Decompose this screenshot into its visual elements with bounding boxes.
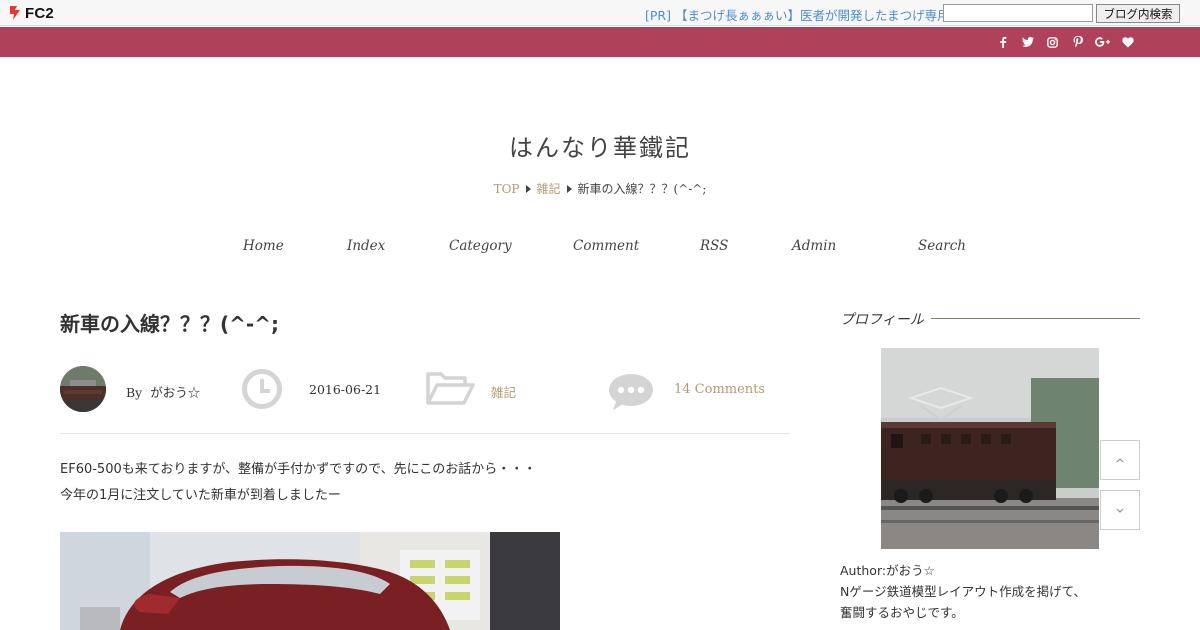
post-title[interactable]: 新車の入線？？？(^-^; <box>60 308 279 337</box>
google-plus-icon[interactable] <box>1090 27 1115 57</box>
scroll-to-top-button[interactable] <box>1100 440 1140 480</box>
folder-open-icon <box>426 372 475 405</box>
heart-icon[interactable] <box>1115 27 1140 57</box>
profile-line: Nゲージ鉄道模型レイアウト作成を掲げて、 <box>840 584 1086 599</box>
fc2-logo-icon <box>10 6 20 20</box>
profile-photo-locomotive[interactable] <box>881 348 1099 549</box>
clock-icon <box>242 369 282 409</box>
nav-comment[interactable]: Comment <box>573 238 639 254</box>
pr-ad-link[interactable]: [PR] 【まつげ長ぁぁぁい】医者が開発したまつげ専用 <box>645 5 950 24</box>
profile-heading: プロフィール <box>840 309 1140 329</box>
post-meta: By がおう☆ 2016-06-21 雑記 14 Comments <box>60 366 790 434</box>
fc2-logo[interactable]: FC2 <box>8 4 54 22</box>
author-avatar[interactable] <box>60 366 106 412</box>
twitter-icon[interactable] <box>1015 27 1040 57</box>
main-nav: Home Index Category Comment RSS Admin Se… <box>0 238 1200 258</box>
post-category-link[interactable]: 雑記 <box>491 382 516 401</box>
social-icons <box>990 27 1140 57</box>
post-body-line: EF60-500も来ておりますが、整備が手付かずですので、先にこのお話から・・・ <box>60 462 537 477</box>
author-name[interactable]: がおう☆ <box>150 385 200 400</box>
breadcrumb-separator-icon <box>566 185 572 193</box>
profile-line: 奮闘するおやじです。 <box>840 605 964 620</box>
fc2-header-bar: FC2 [PR] 【まつげ長ぁぁぁい】医者が開発したまつげ専用 ブログ内検索 <box>0 0 1200 26</box>
fc2-logo-text: FC2 <box>25 4 54 22</box>
post-date: 2016-06-21 <box>309 382 382 397</box>
author-prefix: By <box>126 385 143 400</box>
post-comments-link[interactable]: 14 Comments <box>674 382 765 397</box>
breadcrumb-current: 新車の入線？？？(^-^; <box>577 182 707 196</box>
nav-category[interactable]: Category <box>449 238 512 254</box>
chevron-up-icon <box>1116 457 1124 462</box>
post-body: EF60-500も来ておりますが、整備が手付かずですので、先にこのお話から・・・… <box>60 457 536 509</box>
blog-search-input[interactable] <box>943 4 1093 22</box>
site-title[interactable]: はんなり華鐵記 <box>0 128 1200 163</box>
post-author: By がおう☆ <box>126 382 200 401</box>
nav-index[interactable]: Index <box>347 238 385 254</box>
nav-search[interactable]: Search <box>918 238 966 254</box>
facebook-icon[interactable] <box>990 27 1015 57</box>
chevron-down-icon <box>1116 508 1124 513</box>
blog-search-button[interactable]: ブログ内検索 <box>1096 4 1180 23</box>
breadcrumb-top-link[interactable]: TOP <box>494 182 520 196</box>
breadcrumb-category-link[interactable]: 雑記 <box>537 182 561 196</box>
profile-heading-label: プロフィール <box>840 309 931 329</box>
comment-icon <box>609 374 653 410</box>
profile-description: Author:がおう☆ Nゲージ鉄道模型レイアウト作成を掲げて、 奮闘するおやじ… <box>840 560 1086 623</box>
post-photo-car[interactable] <box>60 532 560 630</box>
post-body-line: 今年の1月に注文していた新車が到着しましたー <box>60 488 341 503</box>
nav-rss[interactable]: RSS <box>700 238 728 254</box>
instagram-icon[interactable] <box>1040 27 1065 57</box>
breadcrumb-separator-icon <box>525 185 531 193</box>
social-bar <box>0 27 1200 57</box>
breadcrumb: TOP 雑記 新車の入線？？？(^-^; <box>0 180 1200 197</box>
profile-line: Author:がおう☆ <box>840 563 935 578</box>
pinterest-icon[interactable] <box>1065 27 1090 57</box>
nav-home[interactable]: Home <box>243 238 284 254</box>
nav-admin[interactable]: Admin <box>792 238 836 254</box>
scroll-to-bottom-button[interactable] <box>1100 490 1140 530</box>
